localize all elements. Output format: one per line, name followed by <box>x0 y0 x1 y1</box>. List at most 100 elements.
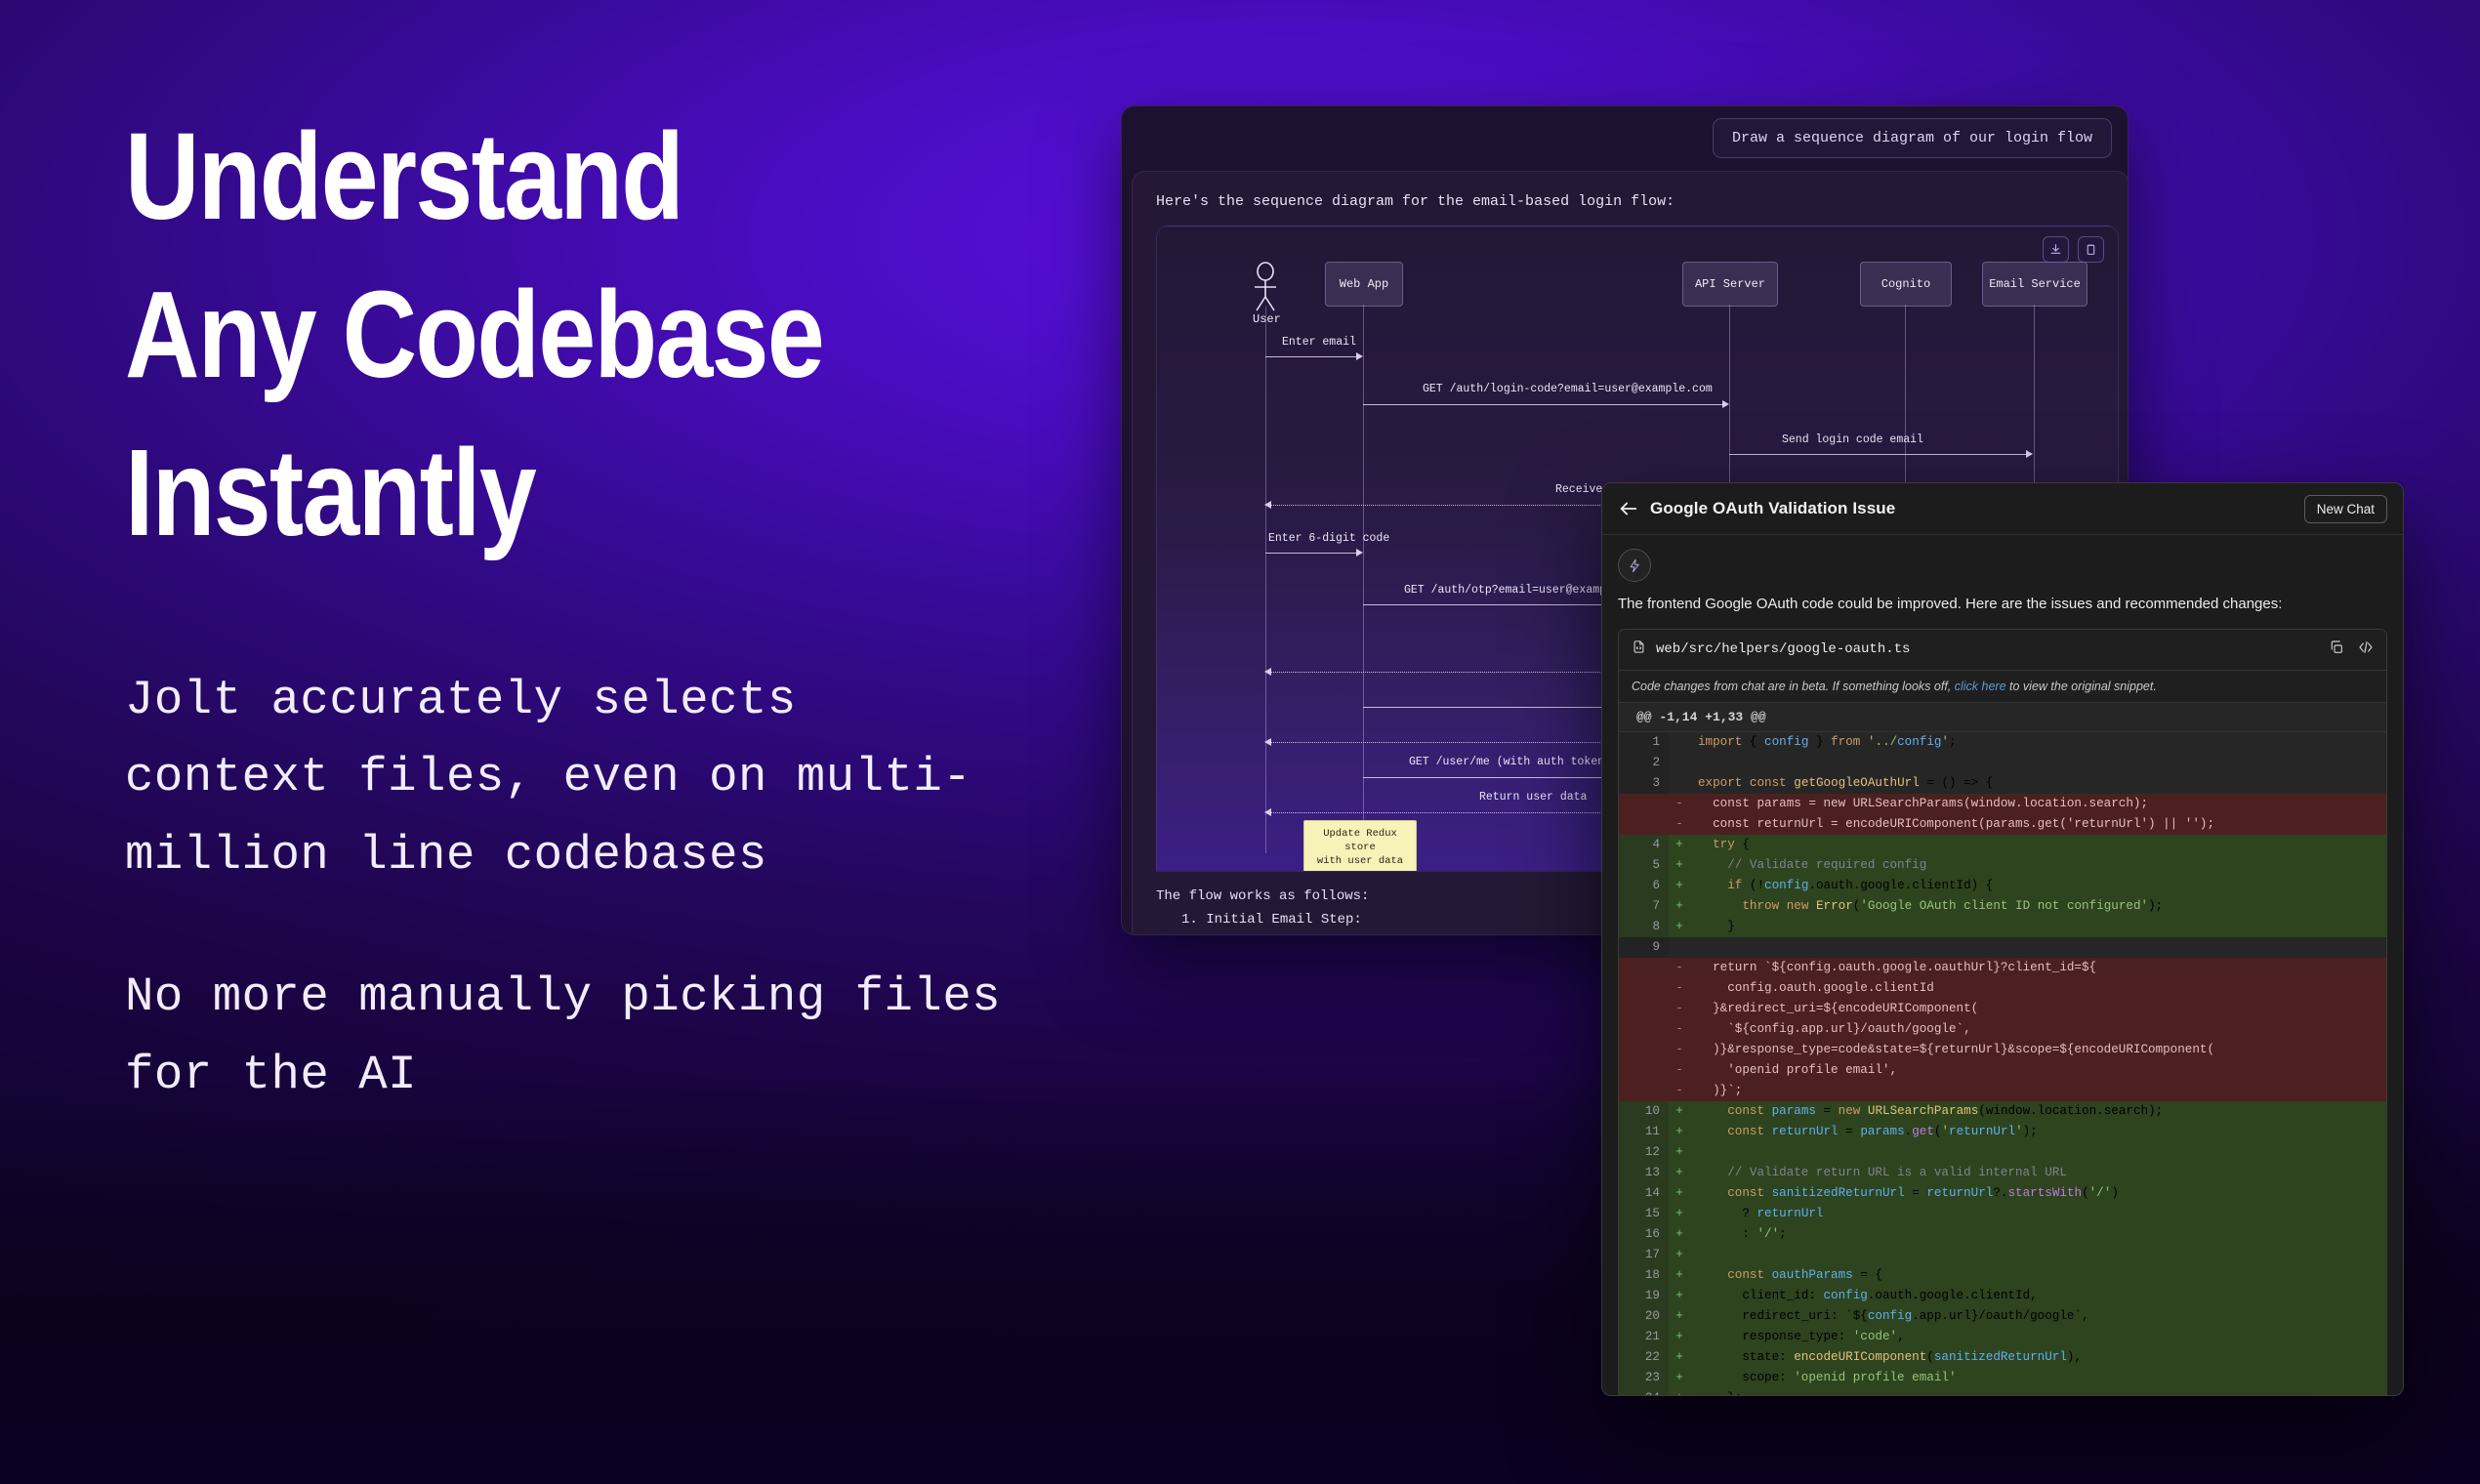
diff-line: 24+ }; <box>1619 1387 2386 1395</box>
diff-line: 13 + // Validate return URL is a valid in… <box>1619 1162 2386 1183</box>
diff-code: if (!config.oauth.google.clientId) { <box>1727 878 1994 892</box>
assistant-message: The frontend Google OAuth code could be … <box>1618 596 2283 612</box>
diff-code: export const getGoogleOAuthUrl = () => { <box>1698 775 1994 790</box>
message-line-3 <box>1729 454 2029 455</box>
diff-line: 14 + const sanitizedReturnUrl = returnUrl… <box>1619 1182 2386 1204</box>
back-arrow-icon[interactable] <box>1618 498 1639 519</box>
diff-sign: + <box>1675 1124 1683 1138</box>
diff-sign: + <box>1675 898 1683 913</box>
line-number: 10 <box>1619 1100 1669 1122</box>
diff-sign: - <box>1675 816 1683 831</box>
headline-line-1: Understand <box>125 107 684 245</box>
diff-sign: - <box>1675 1042 1683 1056</box>
page-title: Understand Any Codebase Instantly <box>125 115 929 555</box>
diff-code: const sanitizedReturnUrl = returnUrl?.st… <box>1727 1185 2119 1200</box>
line-number: 8 <box>1619 916 1669 937</box>
diff-line: - )}`; <box>1619 1080 2386 1101</box>
message-arrow-4 <box>1264 500 1271 509</box>
hero-subcopy: Jolt accurately selects context files, e… <box>125 662 1023 1178</box>
subcopy-paragraph-2: No more manually picking files for the A… <box>125 969 1002 1102</box>
line-number: 6 <box>1619 875 1669 896</box>
line-number: 17 <box>1619 1244 1669 1265</box>
diff-line: 5 + // Validate required config <box>1619 854 2386 876</box>
diff-line: - `${config.app.url}/oauth/google`, <box>1619 1018 2386 1040</box>
chat-header: Google OAuth Validation Issue New Chat <box>1602 483 2403 535</box>
message-label-1: Enter email <box>1282 336 1356 349</box>
line-number: 11 <box>1619 1121 1669 1142</box>
view-original-snippet-link[interactable]: click here <box>1955 680 2006 693</box>
line-number: 9 <box>1619 936 1669 958</box>
diff-line: - const returnUrl = encodeURIComponent(p… <box>1619 813 2386 835</box>
diff-sign: + <box>1675 1226 1683 1241</box>
diff-code: } <box>1698 919 1735 933</box>
message-line-5 <box>1265 553 1358 554</box>
diff-line: 18 + const oauthParams = { <box>1619 1264 2386 1286</box>
code-diff-card: web/src/helpers/google-oauth.ts Code cha… <box>1618 628 2387 1395</box>
diff-line: - )}&response_type=code&state=${returnUr… <box>1619 1039 2386 1060</box>
line-number: 19 <box>1619 1285 1669 1306</box>
message-arrow-5 <box>1356 548 1363 556</box>
participant-node-cognito: Cognito <box>1860 262 1952 307</box>
participant-node-web-app: Web App <box>1325 262 1403 307</box>
line-number: 4 <box>1619 834 1669 855</box>
diff-line: 11 + const returnUrl = params.get('return… <box>1619 1121 2386 1142</box>
code-file-icon <box>1632 639 1646 659</box>
line-number: 22 <box>1619 1346 1669 1368</box>
diff-line: - config.oauth.google.clientId <box>1619 977 2386 999</box>
message-arrow-2 <box>1722 399 1729 408</box>
diff-sign: + <box>1675 878 1683 892</box>
hero-copy: Understand Any Codebase Instantly <box>125 115 1082 590</box>
diff-line: - 'openid profile email', <box>1619 1059 2386 1081</box>
diff-line: 6 + if (!config.oauth.google.clientId) { <box>1619 875 2386 896</box>
copy-icon[interactable] <box>2329 639 2344 660</box>
headline-line-2: Any Codebase <box>125 266 825 403</box>
diff-line: 1 import { config } from '../config'; <box>1619 731 2386 753</box>
diff-code: scope: 'openid profile email' <box>1698 1370 1957 1384</box>
chat-title: Google OAuth Validation Issue <box>1650 499 1896 517</box>
participant-label-user: User <box>1253 312 1281 326</box>
line-number: 13 <box>1619 1162 1669 1183</box>
diff-line: 21 + response_type: 'code', <box>1619 1326 2386 1347</box>
diff-line: 23 + scope: 'openid profile email' <box>1619 1367 2386 1388</box>
diff-code: import { config } from '../config'; <box>1698 734 1957 749</box>
beta-notice-after: to view the original snippet. <box>2005 679 2157 693</box>
diff-code: state: encodeURIComponent(sanitizedRetur… <box>1698 1349 2083 1364</box>
message-arrow-10 <box>1264 737 1271 746</box>
diff-code: }; <box>1690 1388 2386 1395</box>
diff-code: client_id: config.oauth.google.clientId, <box>1698 1288 2038 1302</box>
diff-line: 7 + throw new Error('Google OAuth client … <box>1619 895 2386 917</box>
diagram-toolbar <box>2043 236 2104 263</box>
line-number: 2 <box>1619 752 1669 773</box>
diagram-intro-text: Here's the sequence diagram for the emai… <box>1156 193 1675 210</box>
diff-code: config.oauth.google.clientId <box>1698 980 1934 995</box>
participant-node-email-service: Email Service <box>1982 262 2087 307</box>
line-number: 21 <box>1619 1326 1669 1347</box>
diff-sign: + <box>1675 1165 1683 1179</box>
message-label-11: GET /user/me (with auth token) <box>1409 756 1612 768</box>
copy-icon[interactable] <box>2078 236 2104 263</box>
new-chat-button[interactable]: New Chat <box>2303 494 2387 523</box>
diff-line: 16 + : '/'; <box>1619 1223 2386 1245</box>
download-icon[interactable] <box>2043 236 2069 263</box>
diff-code: const oauthParams = { <box>1727 1267 1882 1282</box>
diff-sign: - <box>1675 1083 1683 1097</box>
diff-code: `${config.app.url}/oauth/google`, <box>1698 1021 1971 1036</box>
file-header: web/src/helpers/google-oauth.ts <box>1619 629 2386 671</box>
diff-sign: + <box>1675 1349 1683 1364</box>
subcopy-paragraph-1: Jolt accurately selects context files, e… <box>125 673 972 883</box>
diff-line: 17 + <box>1619 1244 2386 1265</box>
code-brackets-icon[interactable] <box>2358 639 2374 660</box>
diff-sign: + <box>1675 1370 1683 1384</box>
lifeline-web-app <box>1363 305 1364 851</box>
diff-sign: - <box>1675 796 1683 810</box>
diff-line: 4 + try { <box>1619 834 2386 855</box>
diff-code: ? returnUrl <box>1698 1206 1824 1220</box>
chat-body: The frontend Google OAuth code could be … <box>1602 535 2403 1395</box>
headline-line-3: Instantly <box>125 424 537 561</box>
diff-code: const returnUrl = params.get('returnUrl'… <box>1727 1124 2038 1138</box>
diff-code: 'openid profile email', <box>1698 1062 1898 1077</box>
diff-sign: + <box>1675 1144 1683 1159</box>
diff-code: }&redirect_uri=${encodeURIComponent( <box>1698 1001 1979 1015</box>
diff-code: const params = new URLSearchParams(windo… <box>1727 1103 2164 1118</box>
line-number: 18 <box>1619 1264 1669 1286</box>
